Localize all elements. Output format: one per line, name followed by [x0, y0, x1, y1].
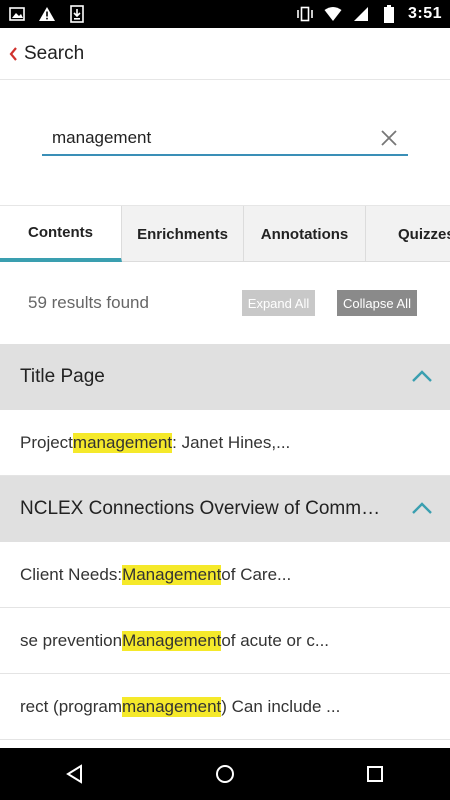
result-row[interactable]: rect (program management) Can include ..… — [0, 674, 450, 740]
tab-bar: Contents Enrichments Annotations Quizzes — [0, 205, 450, 262]
tab-contents[interactable]: Contents — [0, 206, 122, 262]
result-row[interactable]: se prevention Management of acute or c... — [0, 608, 450, 674]
result-text-before: Project — [20, 432, 73, 452]
result-text-after: : Janet Hines,... — [172, 432, 291, 452]
page-title: Search — [24, 42, 85, 64]
back-button[interactable] — [2, 28, 24, 80]
triangle-back-icon — [66, 764, 82, 784]
tab-quizzes[interactable]: Quizzes — [366, 206, 450, 262]
vibrate-icon — [296, 5, 314, 23]
result-row[interactable]: Client Needs: Management of Care... — [0, 542, 450, 608]
result-row[interactable]: Project management: Janet Hines,... — [0, 410, 450, 476]
signal-icon — [352, 5, 370, 23]
results-bar: 59 results found Expand All Collapse All — [0, 262, 450, 344]
search-field — [42, 122, 408, 156]
nav-back-button[interactable] — [55, 754, 95, 794]
results-list: Title Page Project management: Janet Hin… — [0, 344, 450, 740]
status-time: 3:51 — [407, 5, 442, 22]
tab-annotations[interactable]: Annotations — [244, 206, 366, 262]
expand-all-button[interactable]: Expand All — [242, 290, 315, 316]
image-notification-icon — [8, 5, 26, 23]
section-title: NCLEX Connections Overview of Community.… — [20, 498, 390, 519]
result-match-highlight: management — [122, 696, 222, 717]
status-bar: 3:51 — [0, 0, 450, 28]
tab-enrichments[interactable]: Enrichments — [122, 206, 244, 262]
result-text-before: rect (program — [20, 696, 123, 716]
result-match-highlight: management — [72, 432, 173, 453]
result-match-highlight: Management — [122, 564, 222, 585]
square-recents-icon — [367, 766, 383, 782]
section-title: Title Page — [20, 366, 105, 387]
download-icon — [68, 5, 86, 23]
warning-icon — [38, 5, 56, 23]
nav-recents-button[interactable] — [355, 754, 395, 794]
back-arrow-icon — [9, 46, 17, 61]
section-header[interactable]: NCLEX Connections Overview of Community.… — [0, 476, 450, 542]
result-text-before: Client Needs: — [20, 564, 123, 584]
app-header: Search — [0, 28, 450, 80]
search-input[interactable] — [42, 123, 362, 153]
result-text-before: se prevention — [20, 630, 123, 650]
circle-home-icon — [216, 765, 234, 783]
results-count: 59 results found — [28, 293, 149, 312]
result-text-after: ) Can include ... — [221, 696, 341, 716]
result-match-highlight: Management — [122, 630, 222, 651]
navigation-bar — [0, 748, 450, 800]
result-text-after: of acute or c... — [221, 630, 330, 650]
chevron-up-icon[interactable] — [410, 498, 434, 518]
battery-icon — [380, 5, 398, 23]
section-header[interactable]: Title Page — [0, 344, 450, 410]
close-icon — [381, 130, 397, 146]
result-text-after: of Care... — [221, 564, 292, 584]
collapse-all-button[interactable]: Collapse All — [337, 290, 417, 316]
chevron-up-icon[interactable] — [410, 366, 434, 386]
clear-search-button[interactable] — [378, 127, 400, 149]
nav-home-button[interactable] — [205, 754, 245, 794]
wifi-icon — [324, 5, 342, 23]
